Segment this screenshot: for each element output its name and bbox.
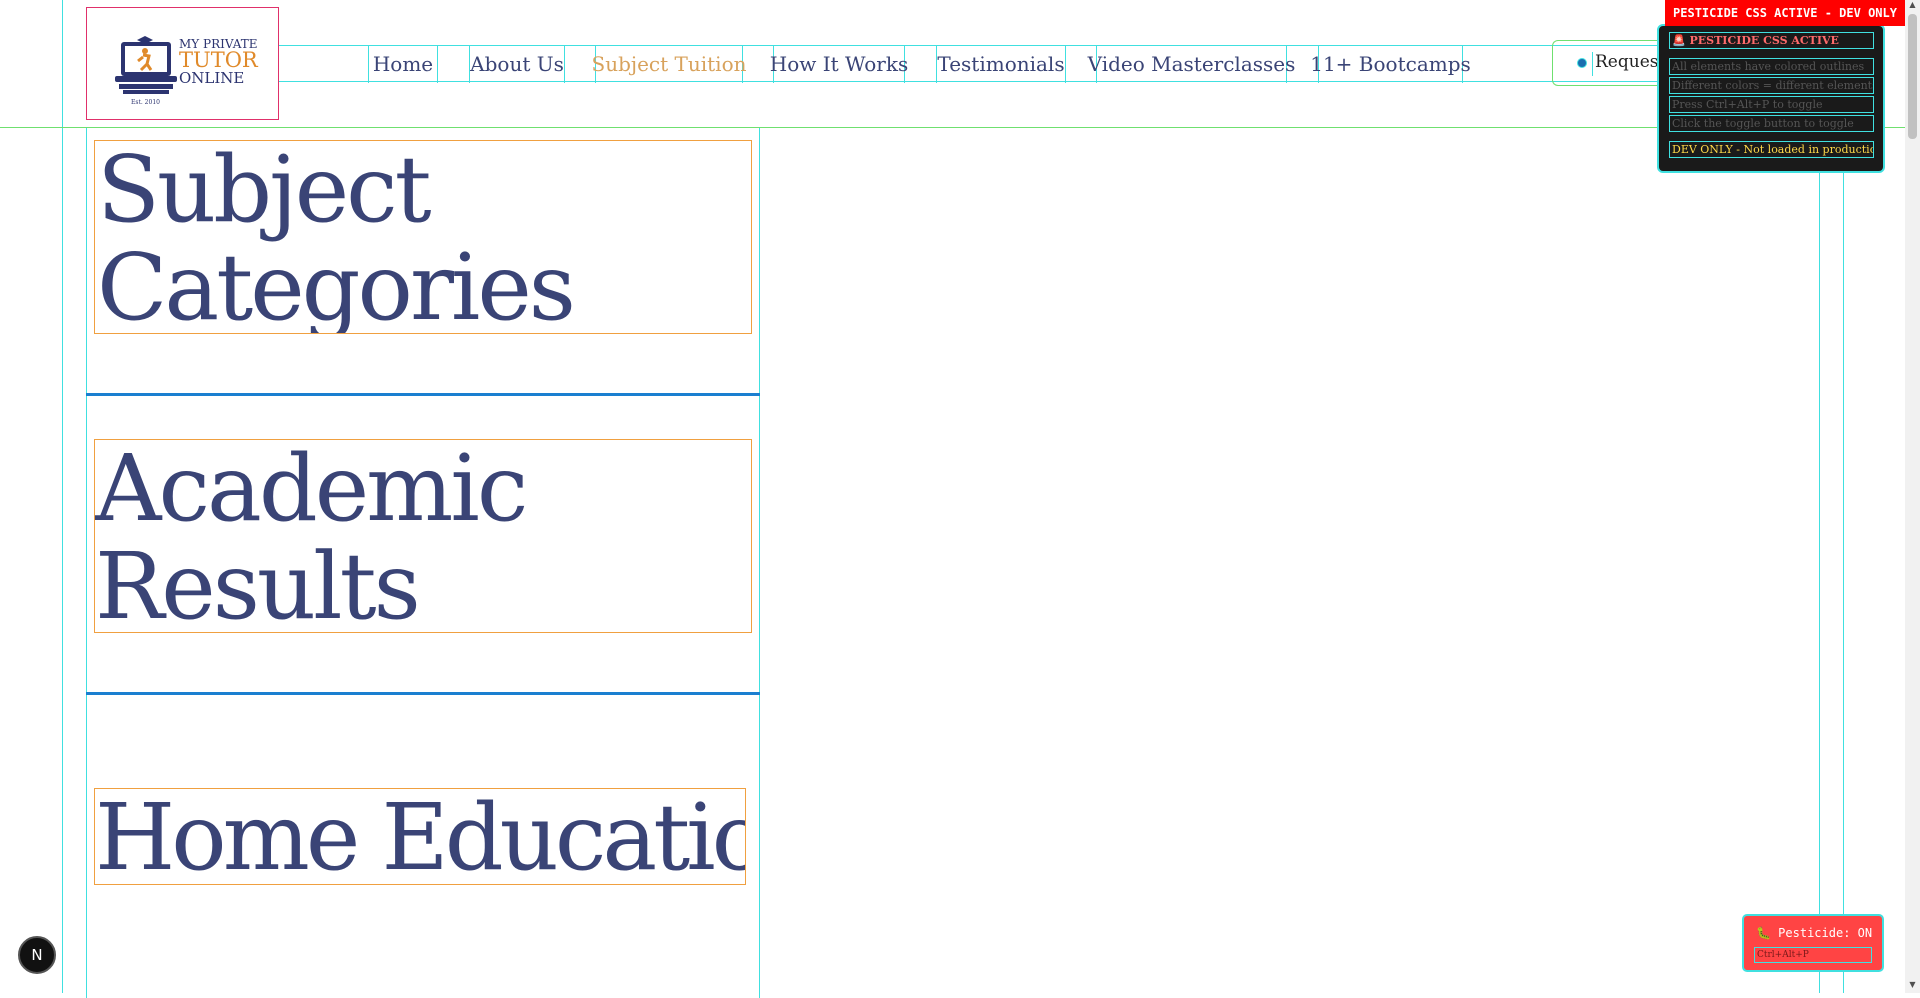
nav-item-about[interactable]: About Us — [469, 45, 565, 83]
scrollbar-thumb[interactable] — [1908, 14, 1917, 139]
panel-row: Click the toggle button to toggle — [1669, 115, 1874, 132]
heading-subject-categories: Subject Categories — [94, 140, 752, 334]
dev-only-badge: PESTICIDE CSS ACTIVE - DEV ONLY — [1665, 0, 1905, 26]
nav-item-how-it-works[interactable]: How It Works — [770, 45, 908, 83]
logo-line-2: TUTOR — [179, 48, 258, 72]
shortcut-hint: Ctrl+Alt+P — [1754, 947, 1872, 963]
pesticide-toggle-label: 🐛 Pesticide: ON — [1756, 926, 1873, 940]
nav-item-video-masterclasses[interactable]: Video Masterclasses — [1088, 45, 1295, 83]
next-dev-tools-button[interactable]: N — [18, 936, 56, 974]
scroll-down-icon[interactable]: ▼ — [1906, 980, 1919, 992]
panel-title: 🚨 PESTICIDE CSS ACTIVE — [1669, 32, 1874, 49]
nav-item-subject-tuition[interactable]: Subject Tuition — [592, 45, 747, 83]
nav-item-testimonials[interactable]: Testimonials — [936, 45, 1066, 83]
logo-est: Est. 2010 — [131, 99, 160, 106]
laptop-tutor-icon — [115, 36, 177, 94]
section-divider — [86, 393, 760, 396]
pesticide-toggle-button[interactable]: 🐛 Pesticide: ON Ctrl+Alt+P — [1742, 914, 1884, 972]
site-logo[interactable]: MY PRIVATE TUTOR ONLINE Est. 2010 — [86, 7, 279, 120]
logo-line-3: ONLINE — [179, 69, 245, 87]
nav-item-home[interactable]: Home — [368, 45, 438, 83]
panel-row: All elements have colored outlines — [1669, 58, 1874, 75]
request-button-label[interactable]: Request — [1592, 52, 1665, 76]
heading-academic-results: Academic Results — [94, 439, 752, 633]
panel-row: Press Ctrl+Alt+P to toggle — [1669, 96, 1874, 113]
panel-row: Different colors = different elements — [1669, 77, 1874, 94]
bullet-icon — [1577, 58, 1587, 68]
logo-wordmark: MY PRIVATE TUTOR ONLINE — [179, 38, 258, 86]
section-divider — [86, 692, 760, 695]
scroll-up-icon[interactable]: ▲ — [1906, 0, 1919, 12]
page-scrollbar[interactable] — [1905, 0, 1920, 993]
heading-home-education: Home Education — [94, 788, 746, 885]
pesticide-info-panel: 🚨 PESTICIDE CSS ACTIVE All elements have… — [1657, 24, 1885, 173]
outline-line-left — [62, 0, 63, 993]
nav-item-bootcamps[interactable]: 11+ Bootcamps — [1310, 45, 1471, 83]
panel-note: DEV ONLY - Not loaded in production — [1669, 141, 1874, 158]
